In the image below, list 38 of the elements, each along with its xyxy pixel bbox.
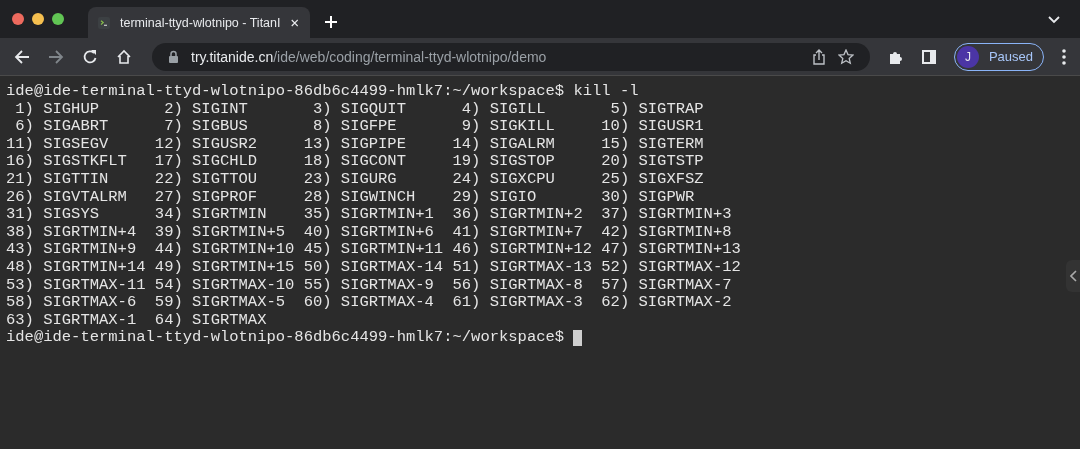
back-icon[interactable] bbox=[14, 48, 30, 65]
terminal-icon bbox=[98, 14, 110, 31]
close-icon[interactable] bbox=[290, 17, 298, 28]
url-text: try.titanide.cn/ide/web/coding/terminal-ttyd-wlotnipo/demo bbox=[191, 48, 547, 65]
terminal-line: 31) SIGSYS 34) SIGRTMIN 35) SIGRTMIN+1 36) SIGRTMIN+2 37) SIGRTMIN+3 bbox=[6, 206, 732, 224]
avatar: J bbox=[956, 45, 979, 68]
side-panel-icon[interactable] bbox=[921, 49, 936, 64]
address-bar[interactable]: try.titanide.cn/ide/web/coding/terminal-ttyd-wlotnipo/demo bbox=[152, 42, 870, 71]
terminal-line: 6) SIGABRT 7) SIGBUS 8) SIGFPE 9) SIGKILL 10) SIGUSR1 bbox=[14, 118, 704, 136]
terminal-line: 53) SIGRTMAX-11 54) SIGRTMAX-10 55) SIGRTMAX-9 56) SIGRTMAX-8 57) SIGRTMAX-7 bbox=[6, 276, 732, 295]
reload-icon[interactable] bbox=[82, 48, 98, 65]
chevron-down-icon[interactable] bbox=[1048, 16, 1060, 24]
terminal-line: 43) SIGRTMIN+9 44) SIGRTMIN+10 45) SIGRTMIN+11 46) SIGRTMIN+12 47) SIGRTMIN+13 bbox=[6, 241, 741, 259]
bookmark-star-icon[interactable] bbox=[837, 48, 854, 65]
terminal-line: 16) SIGSTKFLT 17) SIGCHLD 18) SIGCONT 19) SIGSTOP 20) SIGTSTP bbox=[6, 153, 704, 171]
zoom-window-button[interactable] bbox=[52, 13, 64, 25]
tab-title: terminal-ttyd-wlotnipo - TitanI bbox=[120, 15, 281, 30]
home-icon[interactable] bbox=[116, 48, 132, 65]
terminal-line: ide@ide-terminal-ttyd-wlotnipo-86db6c4499-hmlk7:~/workspace$ kill -l bbox=[6, 83, 639, 101]
close-window-button[interactable] bbox=[12, 13, 24, 25]
terminal-line: 26) SIGVTALRM 27) SIGPROF 28) SIGWINCH 29) SIGIO 30) SIGPWR bbox=[6, 188, 695, 207]
terminal-line: 11) SIGSEGV 12) SIGUSR2 13) SIGPIPE 14) SIGALRM 15) SIGTERM bbox=[6, 135, 704, 154]
lock-icon bbox=[168, 50, 179, 63]
browser-tab[interactable]: terminal-ttyd-wlotnipo - TitanI bbox=[88, 7, 310, 38]
minimize-window-button[interactable] bbox=[32, 13, 44, 25]
terminal-line: 21) SIGTTIN 22) SIGTTOU 23) SIGURG 24) SIGXCPU 25) SIGXFSZ bbox=[6, 170, 704, 189]
side-handle[interactable] bbox=[1066, 260, 1080, 292]
terminal-line: ide@ide-terminal-ttyd-wlotnipo-86db6c4499-hmlk7:~/workspace$ bbox=[6, 329, 566, 347]
forward-icon[interactable] bbox=[48, 48, 64, 65]
chevron-left-icon bbox=[1069, 270, 1077, 282]
terminal-line: 1) SIGHUP 2) SIGINT 3) SIGQUIT 4) SIGILL 5) SIGTRAP bbox=[14, 100, 704, 119]
more-menu-icon[interactable] bbox=[1062, 48, 1066, 65]
terminal-line: 38) SIGRTMIN+4 39) SIGRTMIN+5 40) SIGRTMIN+6 41) SIGRTMIN+7 42) SIGRTMIN+8 bbox=[6, 223, 732, 242]
new-tab-icon[interactable] bbox=[324, 15, 338, 29]
terminal-line: 63) SIGRTMAX-1 64) SIGRTMAX bbox=[6, 311, 267, 330]
share-icon[interactable] bbox=[811, 48, 826, 65]
terminal-line: 58) SIGRTMAX-6 59) SIGRTMAX-5 60) SIGRTMAX-4 61) SIGRTMAX-3 62) SIGRTMAX-2 bbox=[6, 294, 732, 312]
terminal-line: 48) SIGRTMIN+14 49) SIGRTMIN+15 50) SIGRTMAX-14 51) SIGRTMAX-13 52) SIGRTMAX-12 bbox=[6, 258, 741, 277]
